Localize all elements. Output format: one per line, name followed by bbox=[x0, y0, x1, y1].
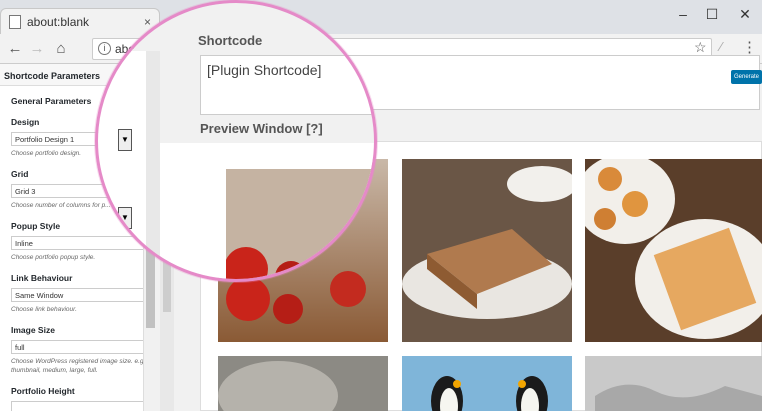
home-icon[interactable]: ⌂ bbox=[52, 40, 70, 58]
close-window-button[interactable]: ✕ bbox=[732, 4, 758, 24]
field-label: Image Size bbox=[11, 325, 55, 335]
link-behaviour-select[interactable]: Same Window▼ bbox=[11, 288, 155, 302]
pastries-photo[interactable] bbox=[585, 159, 762, 342]
field-label: Portfolio Height bbox=[11, 386, 75, 396]
field-help: Choose link behaviour. bbox=[11, 306, 77, 313]
preview-label: Preview Window [?] bbox=[200, 121, 323, 136]
bookmark-star-icon[interactable]: ☆ bbox=[694, 39, 707, 56]
strawberry-photo-magnified[interactable] bbox=[226, 169, 374, 279]
generate-button[interactable]: Generate bbox=[731, 70, 762, 84]
portfolio-height-input[interactable]: ▲ bbox=[11, 401, 155, 411]
close-tab-icon[interactable]: × bbox=[144, 15, 151, 29]
page-icon bbox=[9, 14, 21, 29]
cake-photo[interactable] bbox=[402, 159, 572, 342]
chevron-down-icon[interactable]: ▼ bbox=[118, 207, 132, 229]
penguins-photo[interactable] bbox=[402, 356, 572, 411]
sidebar-magnified bbox=[98, 51, 146, 279]
extension-icon[interactable]: ⁄ bbox=[720, 39, 722, 54]
maximize-button[interactable]: ☐ bbox=[699, 4, 725, 24]
scrollbar-magnified[interactable] bbox=[146, 51, 160, 279]
tab-title: about:blank bbox=[27, 14, 90, 29]
map-photo[interactable] bbox=[585, 356, 762, 411]
browser-tab[interactable]: about:blank × bbox=[0, 8, 160, 34]
back-icon[interactable]: ← bbox=[6, 40, 24, 58]
magnifier-lens: Shortcode [Plugin Shortcode] Preview Win… bbox=[98, 3, 374, 279]
forward-icon[interactable]: → bbox=[28, 40, 46, 58]
image-size-input[interactable]: full bbox=[11, 340, 155, 354]
shortcode-label: Shortcode bbox=[198, 33, 263, 48]
browser-tabstrip: about:blank × – ☐ ✕ bbox=[0, 0, 762, 34]
menu-icon[interactable]: ⋮ bbox=[742, 38, 757, 56]
image-size-field: Image Size full Choose WordPress registe… bbox=[11, 325, 155, 375]
koala-photo[interactable] bbox=[218, 356, 388, 411]
field-help: Choose WordPress registered image size. … bbox=[11, 358, 144, 374]
portfolio-height-field: Portfolio Height ▲ bbox=[11, 386, 155, 411]
chevron-down-icon[interactable]: ▼ bbox=[118, 129, 132, 151]
minimize-button[interactable]: – bbox=[670, 4, 696, 24]
link-behaviour-field: Link Behaviour Same Window▼ Choose link … bbox=[11, 273, 155, 314]
shortcode-box-magnified[interactable]: [Plugin Shortcode] bbox=[200, 55, 374, 115]
